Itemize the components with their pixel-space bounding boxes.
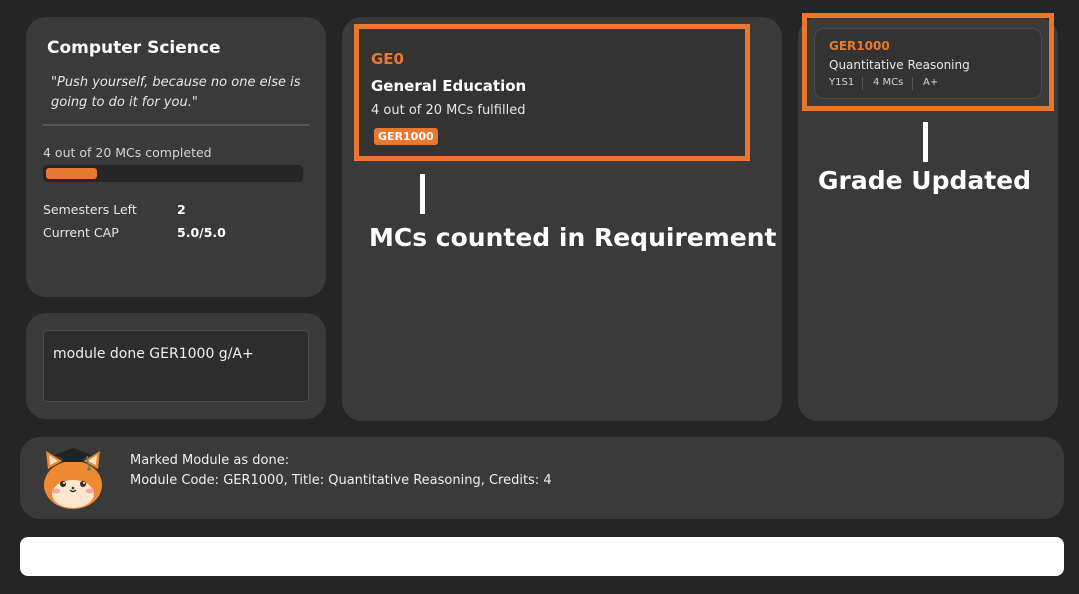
- mc-progress-text: 4 out of 20 MCs completed: [43, 145, 212, 160]
- profile-panel: Computer Science "Push yourself, because…: [26, 17, 326, 297]
- module-semester: Y1S1: [829, 77, 855, 88]
- meta-separator: [862, 77, 863, 90]
- modules-panel: GER1000 Quantitative Reasoning Y1S1 4 MC…: [798, 13, 1058, 421]
- meta-separator: [912, 77, 913, 90]
- requirement-code: GE0: [371, 50, 404, 68]
- semesters-left-label: Semesters Left: [43, 202, 137, 217]
- module-tag: GER1000: [374, 128, 438, 145]
- last-command-text: module done GER1000 g/A+: [43, 330, 309, 402]
- result-message-line1: Marked Module as done:: [130, 453, 290, 468]
- annotation-line: [420, 174, 425, 214]
- requirement-name: General Education: [371, 77, 527, 95]
- major-title: Computer Science: [47, 38, 221, 58]
- command-history-panel: module done GER1000 g/A+: [26, 313, 326, 419]
- module-card[interactable]: GER1000 Quantitative Reasoning Y1S1 4 MC…: [814, 28, 1042, 99]
- semesters-left-value: 2: [177, 202, 186, 217]
- motivational-quote: "Push yourself, because no one else is g…: [51, 75, 301, 110]
- requirement-progress: 4 out of 20 MCs fulfilled: [371, 103, 526, 118]
- divider: [43, 124, 309, 126]
- module-title: Quantitative Reasoning: [829, 58, 970, 72]
- result-message-line2: Module Code: GER1000, Title: Quantitativ…: [130, 473, 552, 488]
- module-code: GER1000: [829, 39, 890, 53]
- current-cap-label: Current CAP: [43, 225, 119, 240]
- module-credits: 4 MCs: [873, 77, 904, 88]
- current-cap-value: 5.0/5.0: [177, 225, 226, 240]
- annotation-line: [923, 122, 928, 162]
- command-input[interactable]: [20, 537, 1064, 576]
- mc-progress-fill: [46, 168, 97, 179]
- requirements-panel: GE0 General Education 4 out of 20 MCs fu…: [342, 17, 782, 421]
- requirement-card[interactable]: GE0 General Education 4 out of 20 MCs fu…: [354, 24, 750, 161]
- annotation-mcs-counted: MCs counted in Requirement: [369, 223, 777, 252]
- mc-progress-bar: [43, 165, 303, 182]
- result-display: Marked Module as done: Module Code: GER1…: [20, 437, 1064, 519]
- cat-mascot-icon: [44, 448, 102, 509]
- module-grade: A+: [923, 77, 939, 88]
- annotation-grade-updated: Grade Updated: [818, 166, 1032, 195]
